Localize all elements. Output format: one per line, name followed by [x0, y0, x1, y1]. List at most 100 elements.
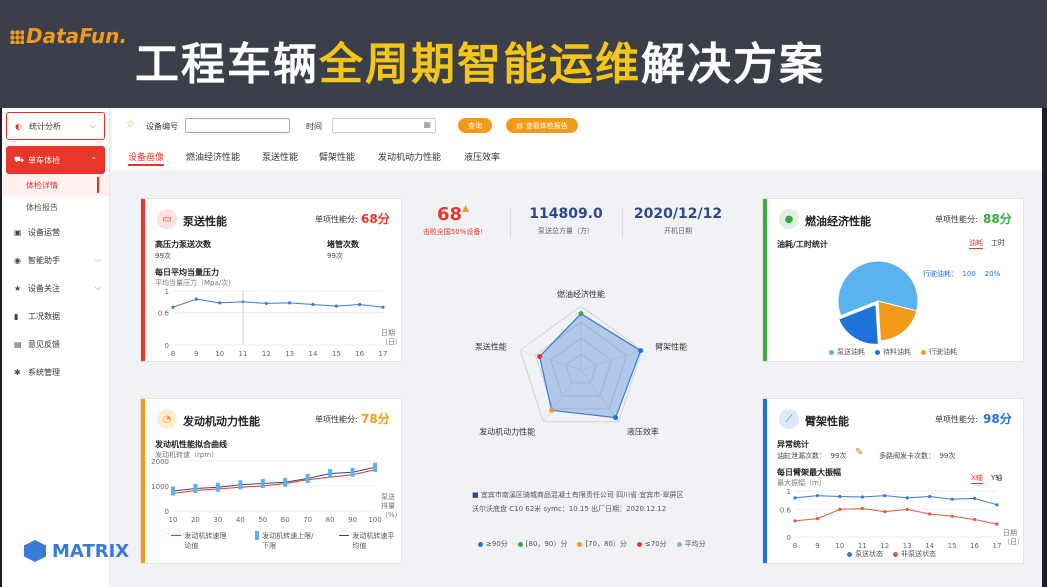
radar-point [549, 407, 555, 413]
tab-device-profile[interactable]: 设备画像 [128, 150, 165, 166]
data-point [905, 496, 909, 500]
range-bar [305, 474, 310, 483]
total-volume-label: 泵送总方量（方） [538, 227, 594, 235]
x-tick-label: 16 [970, 542, 979, 550]
x-tick-label: 10 [169, 516, 178, 524]
x-tick-label: 10 [835, 542, 844, 550]
sidebar: ◐ 统计分析 ⌵ ⛟ 单车体检 ⌃ 体检详情 体检报告 ▣ 设备运营 ◉ 智能助手 ⌵ ★ 设备… [2, 108, 110, 587]
toolbar: ☆ 设备编号 时间 ▦ 查询 ▤ 查看体检报告 [112, 108, 1042, 144]
data-point [928, 512, 932, 516]
sidebar-item-assistant[interactable]: ◉ 智能助手 ⌵ [2, 246, 109, 274]
range-bar [283, 477, 288, 487]
sidebar-item-inspection[interactable]: ⛟ 单车体检 ⌃ [6, 146, 105, 174]
data-point [883, 494, 887, 498]
sidebar-item-feedback[interactable]: ▤ 意见反馈 [2, 330, 109, 358]
toggle-y-axis[interactable]: Y轴 [991, 473, 1002, 483]
y-tick-label: 0.6 [780, 506, 792, 514]
legend-item: 发动机转速上限/下限 [255, 531, 317, 551]
score-label: 单项性能分: [935, 415, 978, 424]
card-accent-bar [141, 199, 145, 361]
score-value: 68分 [361, 212, 390, 226]
data-point [950, 497, 954, 501]
sidebar-subitem-report[interactable]: 体检报告 [2, 196, 109, 218]
data-point [972, 496, 977, 500]
range-bar [171, 486, 175, 496]
pump-icon: ▭ [157, 209, 177, 229]
sidebar-item-operation[interactable]: ▣ 设备运营 [2, 218, 109, 246]
radar-axis-label: 泵送性能 [475, 342, 507, 352]
legend-item: 待料油耗 [875, 347, 911, 357]
x-tick-label: 10 [215, 350, 224, 358]
sidebar-item-data[interactable]: ▮ 工况数据 [2, 302, 109, 330]
view-report-button[interactable]: ▤ 查看体检报告 [506, 118, 578, 133]
star-icon[interactable]: ☆ [126, 119, 135, 130]
query-button[interactable]: 查询 [458, 118, 492, 133]
x-tick-label: 12 [262, 350, 271, 358]
legend-item: 非泵送状态 [893, 549, 936, 559]
radar-legend: ≥90分 [80，90）分 [70，80）分 ≤70分 平均分 [478, 539, 706, 549]
data-point [905, 507, 909, 511]
data-point [860, 495, 864, 499]
feedback-icon: ▤ [14, 339, 22, 349]
sidebar-item-follow[interactable]: ★ 设备关注 ⌵ [2, 274, 109, 302]
x-axis-unit: 日期（日） [1003, 529, 1024, 546]
sidebar-item-system[interactable]: ✱ 系统管理 [2, 358, 109, 386]
app-screen: ◐ 统计分析 ⌵ ⛟ 单车体检 ⌃ 体检详情 体检报告 ▣ 设备运营 ◉ 智能助手 ⌵ ★ 设备… [2, 108, 1042, 587]
x-tick-label: 60 [281, 516, 290, 524]
score-label: 单项性能分: [315, 215, 358, 224]
x-tick-label: 17 [993, 542, 1002, 550]
card-accent-bar [141, 399, 145, 563]
radar-point [613, 415, 619, 421]
x-tick-label: 50 [258, 516, 267, 524]
tab-engine[interactable]: 发动机动力性能 [378, 150, 441, 163]
chevron-down-icon: ⌵ [94, 283, 101, 292]
series-line [172, 298, 384, 308]
device-id-input[interactable] [185, 118, 290, 133]
x-axis-unit: 泵送排量（%） [381, 493, 402, 519]
range-bar [238, 480, 243, 490]
banner: DataFun. 工程车辆全周期智能运维解决方案 [0, 0, 1047, 108]
fuel-economy-card: ● 燃油经济性能 单项性能分: 88分 油耗/工时统计 油耗 工时 行驶油耗： … [762, 198, 1024, 362]
sidebar-subitem-detail[interactable]: 体检详情 [2, 174, 109, 196]
stat-leak: 油缸泄漏次数： 99次 [777, 452, 847, 460]
card-title: 燃油经济性能 [805, 215, 871, 228]
total-volume-value: 114809.0 [529, 206, 603, 222]
pen-icon: ✎ [855, 447, 864, 458]
x-tick-label: 8 [793, 542, 797, 550]
sidebar-item-stats[interactable]: ◐ 统计分析 ⌵ [6, 112, 105, 140]
x-tick-label: 80 [326, 516, 335, 524]
metric-value: 99次 [327, 252, 343, 260]
radar-point [638, 348, 644, 354]
score-label: 单项性能分: [935, 215, 978, 224]
performance-radar-chart: 燃油经济性能臂架性能液压效率 发动机动力性能 泵送性能 [475, 289, 687, 436]
range-bar [193, 484, 198, 493]
x-axis-unit: 日期（日） [381, 329, 402, 346]
legend-item: 泵送油耗 [829, 347, 865, 357]
y-tick-label: 0 [165, 342, 169, 350]
star-icon: ★ [14, 283, 22, 293]
location-icon: ■ [472, 491, 479, 499]
chart-title: 油耗/工时统计 [777, 240, 828, 249]
chevron-down-icon: ⌵ [94, 255, 101, 264]
legend-item: 发动机转速平均值 [339, 531, 401, 551]
tab-pump[interactable]: 泵送性能 [262, 150, 298, 163]
x-tick-label: 9 [194, 350, 198, 358]
toggle-hours[interactable]: 工时 [991, 238, 1005, 248]
data-point [381, 305, 385, 309]
radar-area [538, 312, 642, 419]
device-info: 沃尔沃底盘 C10 62米 symc：10.15 出厂日期：2020.12.12 [472, 505, 667, 513]
range-bar [215, 482, 220, 492]
pump-performance-card: ▭ 泵送性能 单项性能分: 68分 高压力泵送次数 99次 堵管次数 99次 每… [140, 198, 402, 362]
start-date-label: 开机日期 [664, 227, 692, 235]
tab-fuel[interactable]: 燃油经济性能 [186, 150, 240, 163]
pie-callout: 行驶油耗： 100 20% [923, 270, 1001, 278]
data-point [171, 305, 175, 309]
toggle-fuel[interactable]: 油耗 [969, 238, 983, 249]
tab-hydraulic[interactable]: 液压效率 [464, 150, 500, 163]
boom-performance-card: ⟋ 臂架性能 单项性能分: 98分 异常统计 油缸泄漏次数： 99次 ✎ 多路阀… [762, 398, 1024, 564]
total-volume-block: 114809.0 泵送总方量（方） [516, 206, 616, 236]
time-input[interactable]: ▦ [332, 118, 436, 133]
tab-boom[interactable]: 臂架性能 [319, 150, 355, 163]
start-date-value: 2020/12/12 [633, 206, 723, 222]
toggle-x-axis[interactable]: X轴 [971, 473, 983, 484]
